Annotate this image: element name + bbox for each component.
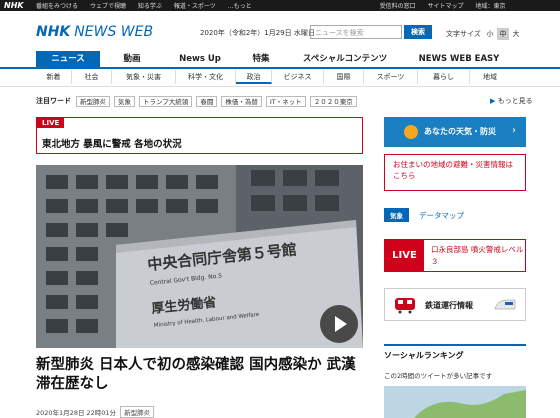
keyword-tag[interactable]: ２０２０東京 (309, 95, 357, 107)
nav-special[interactable]: スペシャルコンテンツ (286, 51, 404, 67)
map-image (384, 386, 526, 418)
weather-label: あなたの天気・防災 (424, 127, 496, 136)
font-size-control: 文字サイズ 小中大 (446, 28, 522, 40)
evacuation-text: お住まいの地域の避難・災害情報はこちら (393, 160, 513, 180)
brand-nhk: NHK (36, 24, 71, 40)
ministry-building-image: 中央合同庁舎第５号館 Central Gov't Bldg. No.5 厚生労働… (36, 165, 363, 348)
nav-easy[interactable]: NEWS WEB EASY (404, 51, 514, 67)
bullet-train-icon (494, 299, 516, 310)
play-video-button[interactable] (320, 305, 358, 343)
cat-science[interactable]: 科学・文化 (176, 70, 236, 84)
nav-divider (0, 67, 560, 69)
weather-banner[interactable]: あなたの天気・防災 › (384, 117, 526, 147)
cat-weather[interactable]: 気象・災害 (112, 70, 176, 84)
article-meta: 2020年1月28日 22時01分 新型肺炎 (36, 406, 155, 418)
news-search-input[interactable]: ニュースを検索 (310, 25, 402, 39)
cat-business[interactable]: ビジネス (272, 70, 324, 84)
cat-new[interactable]: 新着 (36, 70, 72, 84)
more-label: もっと見る (497, 97, 533, 105)
train-label: 鉄道運行情報 (425, 301, 473, 310)
live-badge: LIVE (37, 118, 65, 128)
chevron-right-icon: › (512, 125, 516, 136)
font-size-small[interactable]: 小 (484, 28, 496, 40)
sitemap-link[interactable]: サイトマップ (428, 3, 464, 10)
evacuation-info-link[interactable]: お住まいの地域の避難・災害情報はこちら (384, 154, 526, 191)
keywords-label: 注目ワード (36, 97, 71, 105)
train-info-link[interactable]: 鉄道運行情報 (384, 288, 526, 321)
nav-feature[interactable]: 特集 (236, 51, 286, 67)
article-date: 2020年1月28日 22時01分 (36, 409, 117, 417)
nav-news-up[interactable]: News Up (164, 51, 236, 67)
current-date: 2020年（令和2年）1月29日 水曜日 (200, 29, 315, 37)
volcano-live-banner[interactable]: LIVE 口永良部島 噴火警戒レベル３ (384, 239, 526, 272)
top-search-label[interactable]: 受信料の窓口 (380, 3, 416, 10)
article-headline[interactable]: 新型肺炎 日本人で初の感染確認 国内感染か 武漢滞在歴なし (36, 356, 363, 394)
nhk-logo[interactable]: NHK (4, 1, 24, 10)
keyword-tag[interactable]: IT・ネット (265, 95, 306, 107)
chevron-right-icon: ▶ (490, 97, 496, 105)
keyword-tag[interactable]: 気象 (114, 95, 135, 107)
top-bar: NHK 番組をみつける ウェブで視聴 知る学ぶ 報道・スポーツ …もっと 受信料… (0, 0, 560, 11)
site-header: NHK NEWS WEB 2020年（令和2年）1月29日 水曜日 ニュースを検索… (0, 11, 560, 49)
data-map-link[interactable]: データマップ (419, 210, 464, 221)
region-link[interactable]: 地域：東京 (475, 3, 505, 10)
weather-map-thumbnail[interactable] (384, 386, 526, 418)
weather-data-row: 気象 データマップ (384, 208, 464, 222)
more-keywords-link[interactable]: ▶ もっと見る (490, 96, 533, 106)
train-icon (395, 298, 415, 314)
top-link[interactable]: …もっと (228, 3, 252, 10)
cat-sports[interactable]: スポーツ (364, 70, 418, 84)
live-banner[interactable]: LIVE 東北地方 暴風に警戒 各地の状況 (36, 117, 363, 154)
subnav-divider (0, 86, 560, 87)
cat-international[interactable]: 国際 (324, 70, 364, 84)
keyword-tag[interactable]: 新型肺炎 (76, 95, 110, 107)
site-brand[interactable]: NHK NEWS WEB (36, 24, 153, 40)
live-headline: 東北地方 暴風に警戒 各地の状況 (42, 139, 182, 150)
social-ranking-title: ソーシャルランキング (384, 351, 464, 360)
lead-photo[interactable]: 中央合同庁舎第５号館 Central Gov't Bldg. No.5 厚生労働… (36, 165, 363, 348)
social-ranking-subtitle: この2時間のツイートが多い記事です (384, 372, 493, 380)
weather-badge: 気象 (384, 208, 409, 222)
cat-politics[interactable]: 政治 (236, 70, 272, 84)
top-link[interactable]: 番組をみつける (36, 3, 78, 10)
social-ranking: ソーシャルランキング この2時間のツイートが多い記事です (384, 344, 526, 380)
category-nav: 新着 社会 気象・災害 科学・文化 政治 ビジネス 国際 スポーツ 暮らし 地域 (36, 70, 524, 84)
cat-region[interactable]: 地域 (470, 70, 510, 84)
top-link[interactable]: 報道・スポーツ (174, 3, 216, 10)
keyword-tag[interactable]: 春闘 (196, 95, 218, 107)
news-search-button[interactable]: 検索 (404, 25, 432, 39)
nav-news[interactable]: ニュース (36, 51, 100, 67)
font-size-label: 文字サイズ (446, 30, 481, 38)
sun-icon (404, 125, 418, 139)
trending-keywords: 注目ワード 新型肺炎 気象 トランプ大統領 春闘 株価・為替 IT・ネット ２０… (36, 95, 361, 107)
keyword-tag[interactable]: トランプ大統領 (139, 95, 193, 107)
cat-life[interactable]: 暮らし (418, 70, 470, 84)
keyword-tag[interactable]: 株価・為替 (221, 95, 262, 107)
nav-video[interactable]: 動画 (100, 51, 164, 67)
font-size-large[interactable]: 大 (510, 28, 522, 40)
brand-news-web: NEWS WEB (74, 24, 154, 40)
top-links: 番組をみつける ウェブで視聴 知る学ぶ 報道・スポーツ …もっと 受信料の窓口 … (36, 1, 515, 10)
main-nav: ニュース 動画 News Up 特集 スペシャルコンテンツ NEWS WEB E… (36, 51, 524, 67)
volcano-alert-text: 口永良部島 噴火警戒レベル３ (431, 245, 524, 266)
live-badge: LIVE (385, 240, 424, 271)
font-size-medium[interactable]: 中 (497, 28, 510, 40)
top-link[interactable]: ウェブで視聴 (90, 3, 126, 10)
article-tag[interactable]: 新型肺炎 (120, 406, 155, 418)
cat-society[interactable]: 社会 (72, 70, 112, 84)
top-link[interactable]: 知る学ぶ (138, 3, 162, 10)
